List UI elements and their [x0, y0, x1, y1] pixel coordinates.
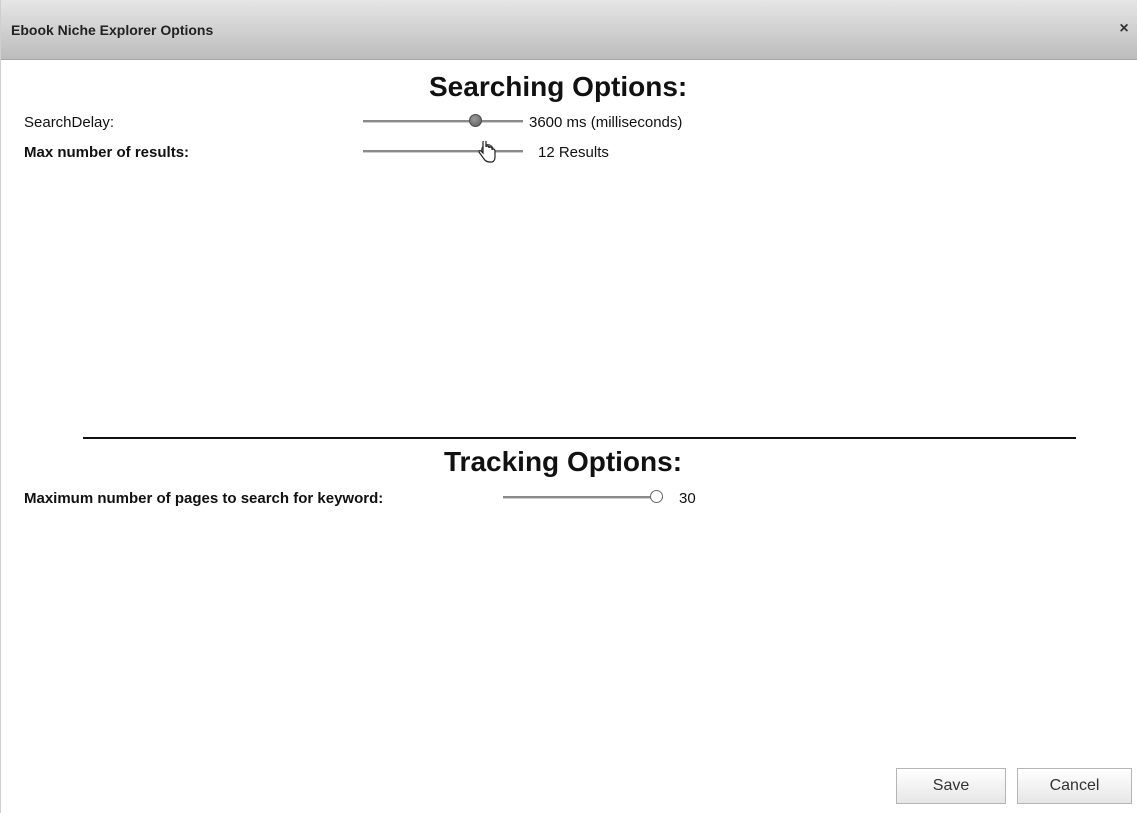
search-delay-slider[interactable]: [363, 113, 523, 129]
options-dialog: Ebook Niche Explorer Options × Searching…: [0, 0, 1137, 813]
max-pages-slider-track: [503, 496, 663, 499]
cancel-button[interactable]: Cancel: [1017, 768, 1132, 804]
dialog-title: Ebook Niche Explorer Options: [11, 22, 214, 38]
close-icon[interactable]: ×: [1116, 20, 1132, 38]
max-pages-label: Maximum number of pages to search for ke…: [24, 490, 384, 507]
max-results-value: 12 Results: [538, 144, 609, 161]
max-pages-value: 30: [679, 490, 696, 507]
max-pages-slider[interactable]: [503, 489, 663, 505]
section-divider: [83, 437, 1076, 439]
title-bar: Ebook Niche Explorer Options ×: [1, 0, 1137, 60]
search-delay-value: 3600 ms (milliseconds): [529, 114, 683, 131]
max-results-label: Max number of results:: [24, 144, 190, 161]
searching-options-heading: Searching Options:: [429, 71, 688, 102]
max-results-slider-track: [363, 150, 523, 153]
max-pages-slider-thumb[interactable]: [650, 490, 663, 503]
search-delay-label: SearchDelay:: [24, 114, 115, 131]
search-delay-slider-thumb[interactable]: [469, 114, 482, 127]
search-delay-slider-track: [363, 120, 523, 123]
tracking-options-heading: Tracking Options:: [444, 446, 683, 477]
max-results-slider[interactable]: [363, 143, 523, 159]
save-button[interactable]: Save: [896, 768, 1006, 804]
hand-pointer-icon: [478, 141, 496, 163]
